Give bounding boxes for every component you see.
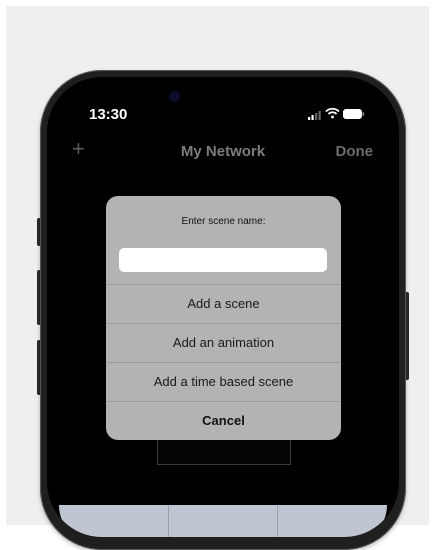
done-button[interactable]: Done xyxy=(336,143,374,160)
add-scene-button[interactable]: Add a scene xyxy=(106,284,341,322)
cancel-button[interactable]: Cancel xyxy=(106,401,341,439)
dynamic-island xyxy=(164,77,282,111)
status-time: 13:30 xyxy=(89,106,128,123)
cellular-signal-icon xyxy=(308,111,321,120)
scene-name-input[interactable] xyxy=(119,248,327,272)
tab-divider xyxy=(168,505,169,537)
wifi-icon xyxy=(325,107,340,119)
add-animation-button[interactable]: Add an animation xyxy=(106,323,341,361)
battery-icon xyxy=(343,109,365,119)
scene-name-dialog: Enter scene name: Add a scene Add an ani… xyxy=(106,196,341,440)
tab-divider xyxy=(277,505,278,537)
add-time-based-scene-button[interactable]: Add a time based scene xyxy=(106,362,341,400)
camera-icon xyxy=(170,92,179,101)
dialog-title: Enter scene name: xyxy=(181,216,266,227)
bottom-tab-bar xyxy=(59,505,387,537)
